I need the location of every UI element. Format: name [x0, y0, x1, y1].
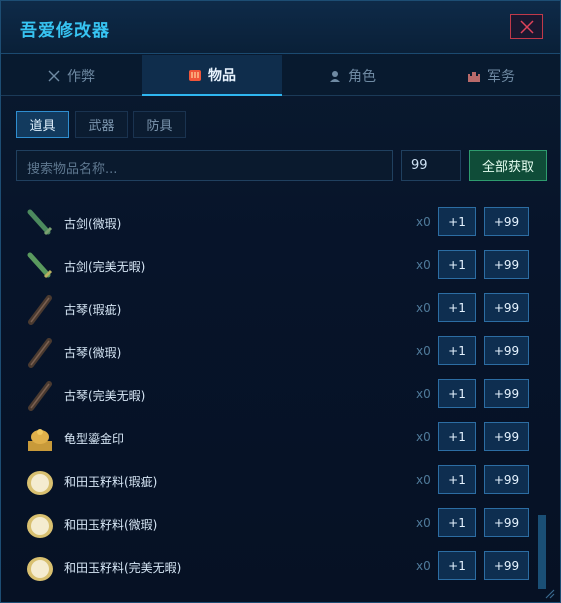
item-name: 古琴(瑕疵) — [64, 303, 122, 317]
item-count: x0 — [416, 559, 431, 573]
ancient-sword-icon — [24, 208, 56, 240]
add-99-button[interactable]: +99 — [484, 465, 529, 494]
guqin-icon — [24, 380, 56, 412]
add-one-button[interactable]: +1 — [438, 250, 476, 279]
list-scrollbar[interactable] — [538, 515, 546, 589]
list-item: 古琴(瑕疵) x0 +1 +99 — [1, 288, 536, 331]
person-icon — [328, 69, 342, 83]
item-name: 古剑(微瑕) — [64, 217, 122, 231]
add-99-button[interactable]: +99 — [484, 207, 529, 236]
tab-items[interactable]: 物品 — [142, 55, 282, 96]
add-99-button[interactable]: +99 — [484, 336, 529, 365]
item-name: 和田玉籽料(微瑕) — [64, 518, 158, 532]
resize-grip-icon[interactable] — [542, 585, 556, 599]
list-item: 和田玉籽料(瑕疵) x0 +1 +99 — [1, 460, 536, 503]
guqin-icon — [24, 294, 56, 326]
get-all-button[interactable]: 全部获取 — [469, 150, 547, 181]
add-one-button[interactable]: +1 — [438, 379, 476, 408]
list-item: 古琴(完美无暇) x0 +1 +99 — [1, 374, 536, 417]
tab-label: 物品 — [208, 67, 236, 84]
jade-stone-icon — [24, 466, 56, 498]
item-name: 古剑(完美无暇) — [64, 260, 146, 274]
ancient-sword-icon — [24, 251, 56, 283]
bag-icon — [188, 68, 202, 82]
jade-stone-icon — [24, 552, 56, 584]
item-name: 古琴(完美无暇) — [64, 389, 146, 403]
item-count: x0 — [416, 473, 431, 487]
close-button[interactable] — [510, 14, 543, 39]
add-99-button[interactable]: +99 — [484, 379, 529, 408]
item-count: x0 — [416, 430, 431, 444]
add-one-button[interactable]: +1 — [438, 465, 476, 494]
subtab-props[interactable]: 道具 — [16, 111, 69, 138]
subtab-armor[interactable]: 防具 — [133, 111, 186, 138]
add-one-button[interactable]: +1 — [438, 293, 476, 322]
sword-icon — [47, 69, 61, 83]
item-name: 和田玉籽料(完美无暇) — [64, 561, 182, 575]
add-99-button[interactable]: +99 — [484, 508, 529, 537]
modifier-window: 吾爱修改器 作弊 物品 角色 军务 道具 武器 防具 搜索物品名称... 99 … — [0, 0, 561, 603]
tab-military[interactable]: 军务 — [421, 55, 561, 96]
list-item: 古琴(微瑕) x0 +1 +99 — [1, 331, 536, 374]
tab-cheat[interactable]: 作弊 — [1, 55, 141, 96]
tab-label: 军务 — [487, 68, 515, 85]
title-bar[interactable]: 吾爱修改器 — [1, 1, 560, 54]
item-count: x0 — [416, 258, 431, 272]
add-99-button[interactable]: +99 — [484, 293, 529, 322]
turtle-seal-icon — [24, 423, 56, 455]
item-count: x0 — [416, 344, 431, 358]
add-99-button[interactable]: +99 — [484, 250, 529, 279]
list-item: +1 +99 — [1, 188, 536, 196]
item-count: x0 — [416, 301, 431, 315]
close-icon — [520, 20, 534, 34]
item-count: x0 — [416, 516, 431, 530]
item-list: +1 +99 古剑(微瑕) x0 +1 +99 古剑(完美无暇) x0 +1 +… — [1, 188, 560, 593]
quantity-input[interactable]: 99 — [401, 150, 461, 181]
list-item: 古剑(完美无暇) x0 +1 +99 — [1, 245, 536, 288]
subtab-weapons[interactable]: 武器 — [75, 111, 128, 138]
add-one-button[interactable]: +1 — [438, 422, 476, 451]
tab-label: 角色 — [348, 68, 376, 85]
jade-stone-icon — [24, 509, 56, 541]
item-name: 和田玉籽料(瑕疵) — [64, 475, 158, 489]
add-one-button[interactable]: +1 — [438, 207, 476, 236]
add-99-button[interactable]: +99 — [484, 422, 529, 451]
castle-icon — [467, 69, 481, 83]
list-item: 龟型鎏金印 x0 +1 +99 — [1, 417, 536, 460]
tab-character[interactable]: 角色 — [282, 55, 422, 96]
item-name: 龟型鎏金印 — [64, 432, 125, 446]
item-name: 古琴(微瑕) — [64, 346, 122, 360]
add-one-button[interactable]: +1 — [438, 551, 476, 580]
list-item: 古剑(微瑕) x0 +1 +99 — [1, 202, 536, 245]
app-title: 吾爱修改器 — [20, 21, 110, 41]
list-item: 和田玉籽料(完美无暇) x0 +1 +99 — [1, 546, 536, 589]
item-count: x0 — [416, 387, 431, 401]
tab-label: 作弊 — [67, 68, 95, 85]
guqin-icon — [24, 337, 56, 369]
add-one-button[interactable]: +1 — [438, 508, 476, 537]
search-input[interactable]: 搜索物品名称... — [16, 150, 393, 181]
item-count: x0 — [416, 215, 431, 229]
list-item: 和田玉籽料(微瑕) x0 +1 +99 — [1, 503, 536, 546]
main-tabs: 作弊 物品 角色 军务 — [1, 55, 560, 96]
add-one-button[interactable]: +1 — [438, 336, 476, 365]
add-99-button[interactable]: +99 — [484, 551, 529, 580]
